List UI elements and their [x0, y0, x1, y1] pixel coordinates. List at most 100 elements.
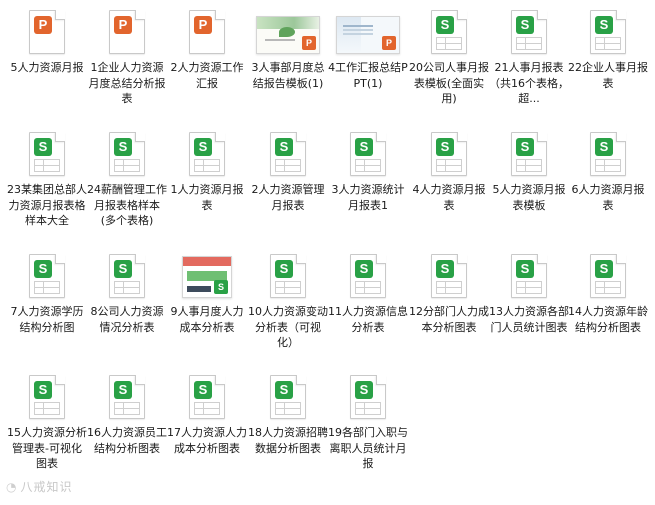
file-item[interactable]: S 9人事月度人力成本分析表 [167, 252, 247, 335]
file-icon-wrap: S [409, 130, 489, 176]
spreadsheet-file-icon: S [350, 132, 386, 176]
file-icon-wrap: S [248, 373, 328, 419]
file-name: 8公司人力资源情况分析表 [90, 305, 164, 334]
file-name: 4人力资源月报表 [412, 183, 486, 212]
file-name: 20公司人事月报表模板(全面实用) [409, 61, 489, 105]
file-icon-wrap: S [248, 130, 328, 176]
file-item[interactable]: P 5人力资源月报 [7, 8, 87, 76]
spreadsheet-file-icon: S [109, 132, 145, 176]
file-item[interactable]: S 13人力资源各部门人员统计图表 [489, 252, 569, 335]
file-item[interactable]: S 15人力资源分析管理表-可视化图表 [7, 373, 87, 472]
spreadsheet-file-icon: S [189, 132, 225, 176]
file-item[interactable]: S 8公司人力资源情况分析表 [87, 252, 167, 335]
file-item[interactable]: S 1人力资源月报表 [167, 130, 247, 213]
file-item[interactable]: S 4人力资源月报表 [409, 130, 489, 213]
file-item[interactable]: S 17人力资源人力成本分析图表 [167, 373, 247, 456]
file-item[interactable]: S 20公司人事月报表模板(全面实用) [409, 8, 489, 107]
file-item[interactable]: S 22企业人事月报表 [568, 8, 648, 91]
spreadsheet-file-icon: S [590, 132, 626, 176]
file-item[interactable]: S 10人力资源变动分析表（可视化） [248, 252, 328, 351]
file-icon-wrap: P [328, 8, 408, 54]
file-item[interactable]: P 4工作汇报总结PPT(1) [328, 8, 408, 91]
file-icon-wrap: S [409, 8, 489, 54]
file-name: 13人力资源各部门人员统计图表 [489, 305, 569, 334]
file-icon-wrap: S [568, 252, 648, 298]
file-item[interactable]: S 5人力资源月报表模板 [489, 130, 569, 213]
file-icon-wrap: S [489, 130, 569, 176]
file-name: 3人力资源统计月报表1 [331, 183, 405, 212]
file-item[interactable]: S 11人力资源信息分析表 [328, 252, 408, 335]
file-name: 4工作汇报总结PPT(1) [328, 61, 408, 90]
spreadsheet-file-icon: S [29, 375, 65, 419]
file-name: 9人事月度人力成本分析表 [170, 305, 244, 334]
spreadsheet-file-icon: S [511, 132, 547, 176]
file-icon-wrap: S [489, 8, 569, 54]
file-icon-wrap: S [87, 373, 167, 419]
file-icon-wrap: S [167, 373, 247, 419]
file-name: 2人力资源管理月报表 [251, 183, 325, 212]
spreadsheet-file-icon: S [431, 10, 467, 54]
spreadsheet-file-icon: S [511, 10, 547, 54]
file-item[interactable]: S 23某集团总部人力资源月报表格样本大全 [7, 130, 87, 229]
file-icon-wrap: S [7, 373, 87, 419]
file-item[interactable]: S 3人力资源统计月报表1 [328, 130, 408, 213]
file-item[interactable]: S 19各部门入职与离职人员统计月报 [328, 373, 408, 472]
file-icon-wrap: S [568, 8, 648, 54]
file-name: 1人力资源月报表 [170, 183, 244, 212]
file-name: 24薪酬管理工作月报表格样本(多个表格) [87, 183, 167, 227]
file-name: 5人力资源月报表模板 [492, 183, 566, 212]
file-icon-wrap: S [87, 252, 167, 298]
spreadsheet-file-icon: S [431, 132, 467, 176]
file-item[interactable]: S 18人力资源招聘数据分析图表 [248, 373, 328, 456]
file-item[interactable]: P 1企业人力资源月度总结分析报表 [87, 8, 167, 107]
file-name: 22企业人事月报表 [568, 61, 648, 90]
file-name: 6人力资源月报表 [571, 183, 645, 212]
presentation-file-icon: P [29, 10, 65, 54]
file-item[interactable]: S 14人力资源年龄结构分析图表 [568, 252, 648, 335]
presentation-thumbnail-icon: P [336, 16, 400, 54]
file-item[interactable]: S 7人力资源学历结构分析图 [7, 252, 87, 335]
file-grid: P 5人力资源月报 P 1企业人力资源月度总结分析报表 P 2人力资源工作汇报 P 3人事部月… [0, 0, 655, 505]
spreadsheet-file-icon: S [350, 254, 386, 298]
spreadsheet-file-icon: S [270, 132, 306, 176]
spreadsheet-file-icon: S [29, 132, 65, 176]
file-name: 1企业人力资源月度总结分析报表 [88, 61, 166, 105]
file-icon-wrap: S [248, 252, 328, 298]
spreadsheet-file-icon: S [350, 375, 386, 419]
file-item[interactable]: S 12分部门人力成本分析图表 [409, 252, 489, 335]
file-icon-wrap: S [87, 130, 167, 176]
file-name: 11人力资源信息分析表 [328, 305, 408, 334]
file-icon-wrap: S [328, 373, 408, 419]
file-icon-wrap: S [328, 252, 408, 298]
file-name: 5人力资源月报 [10, 61, 84, 74]
file-icon-wrap: P [87, 8, 167, 54]
file-name: 19各部门入职与离职人员统计月报 [328, 426, 408, 470]
presentation-file-icon: P [109, 10, 145, 54]
spreadsheet-file-icon: S [189, 375, 225, 419]
file-icon-wrap: S [167, 130, 247, 176]
file-item[interactable]: S 24薪酬管理工作月报表格样本(多个表格) [87, 130, 167, 229]
file-name: 15人力资源分析管理表-可视化图表 [7, 426, 87, 470]
file-icon-wrap: P [248, 8, 328, 54]
file-name: 2人力资源工作汇报 [170, 61, 244, 90]
file-item[interactable]: P 3人事部月度总结报告模板(1) [248, 8, 328, 91]
file-item[interactable]: S 2人力资源管理月报表 [248, 130, 328, 213]
file-name: 3人事部月度总结报告模板(1) [251, 61, 325, 90]
file-name: 23某集团总部人力资源月报表格样本大全 [7, 183, 87, 227]
file-icon-wrap: S [7, 252, 87, 298]
file-name: 12分部门人力成本分析图表 [409, 305, 489, 334]
spreadsheet-file-icon: S [270, 254, 306, 298]
file-icon-wrap: S [409, 252, 489, 298]
file-icon-wrap: P [7, 8, 87, 54]
spreadsheet-file-icon: S [109, 375, 145, 419]
file-item[interactable]: S 21人事月报表（共16个表格，超... [489, 8, 569, 107]
spreadsheet-file-icon: S [511, 254, 547, 298]
file-item[interactable]: S 16人力资源员工结构分析图表 [87, 373, 167, 456]
spreadsheet-file-icon: S [29, 254, 65, 298]
file-item[interactable]: P 2人力资源工作汇报 [167, 8, 247, 91]
file-item[interactable]: S 6人力资源月报表 [568, 130, 648, 213]
spreadsheet-file-icon: S [590, 254, 626, 298]
spreadsheet-file-icon: S [109, 254, 145, 298]
spreadsheet-file-icon: S [590, 10, 626, 54]
watermark: ◔ 八戒知识 [6, 478, 73, 495]
